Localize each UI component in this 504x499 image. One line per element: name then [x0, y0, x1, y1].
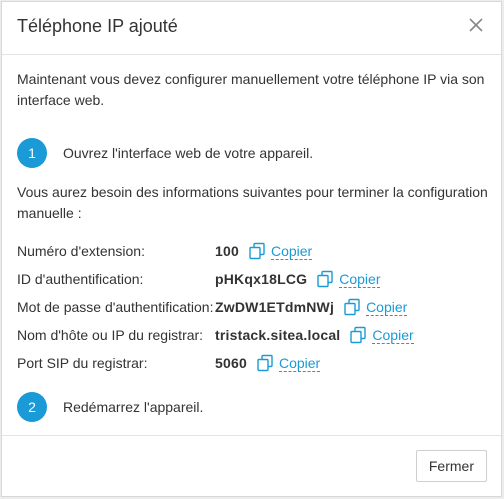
- copy-icon[interactable]: [248, 242, 266, 260]
- step-text: Redémarrez l'appareil.: [63, 399, 204, 415]
- copy-button[interactable]: Copier: [270, 243, 313, 260]
- row-value: 100: [215, 243, 239, 259]
- copy-button[interactable]: Copier: [339, 271, 381, 288]
- step-1: 1 Ouvrez l'interface web de votre appare…: [17, 137, 313, 169]
- intro-text: Maintenant vous devez configurer manuell…: [17, 71, 485, 108]
- row-label: Numéro d'extension:: [17, 243, 145, 259]
- step-text: Ouvrez l'interface web de votre appareil…: [63, 145, 314, 161]
- close-icon[interactable]: [465, 14, 487, 36]
- row-value: ZwDW1ETdmNWj: [215, 299, 335, 315]
- dialog-footer: Fermer: [2, 435, 501, 496]
- close-button[interactable]: Fermer: [415, 450, 487, 482]
- copy-button[interactable]: Copier: [278, 355, 321, 372]
- dialog: Téléphone IP ajouté Maintenant vous deve…: [1, 1, 502, 497]
- row-label: ID d'authentification:: [17, 271, 144, 287]
- copy-icon[interactable]: [343, 298, 361, 316]
- row-value: tristack.sitea.local: [215, 327, 341, 343]
- copy-button[interactable]: Copier: [372, 327, 414, 344]
- copy-icon[interactable]: [256, 354, 274, 372]
- info-text: Vous aurez besoin des informations suiva…: [17, 184, 488, 221]
- step-2: 2 Redémarrez l'appareil.: [17, 391, 203, 423]
- row-label: Port SIP du registrar:: [17, 355, 148, 371]
- row-label: Nom d'hôte ou IP du registrar:: [17, 327, 204, 343]
- row-value: pHKqx18LCG: [215, 271, 308, 287]
- dialog-title: Téléphone IP ajouté: [17, 16, 178, 36]
- dialog-header: Téléphone IP ajouté: [2, 2, 501, 55]
- copy-icon[interactable]: [349, 326, 367, 344]
- copy-icon[interactable]: [316, 270, 334, 288]
- row-value: 5060: [215, 355, 247, 371]
- step-number: 1: [17, 138, 47, 168]
- step-number: 2: [17, 392, 47, 422]
- copy-button[interactable]: Copier: [366, 299, 408, 316]
- row-label: Mot de passe d'authentification:: [17, 299, 214, 315]
